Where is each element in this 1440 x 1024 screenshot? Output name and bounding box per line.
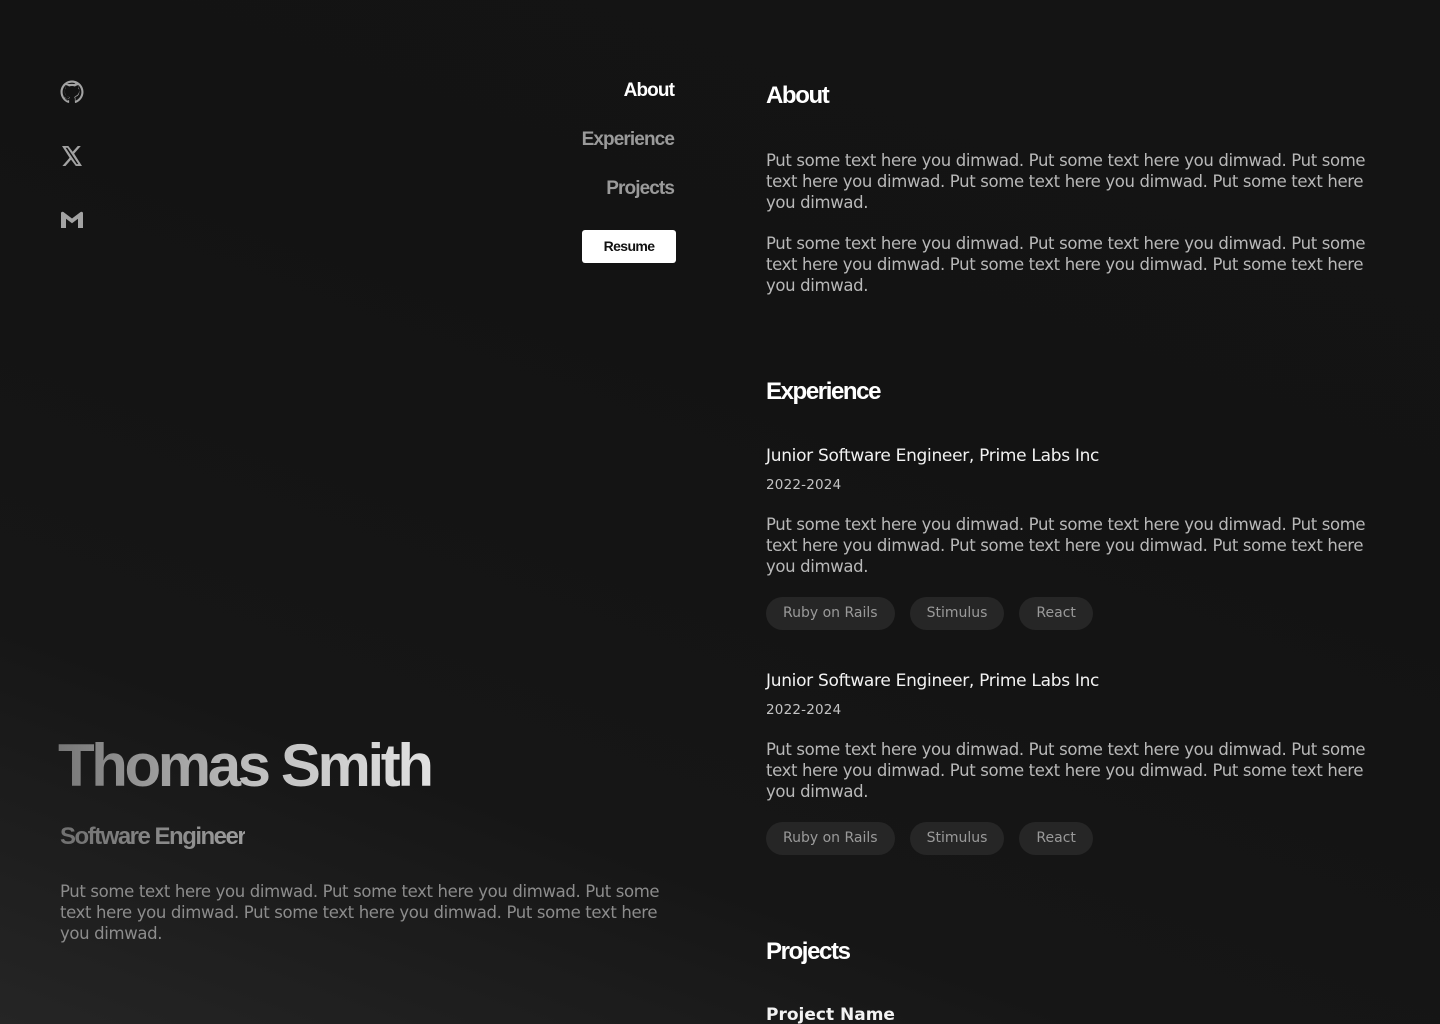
about-paragraph: Put some text here you dimwad. Put some … <box>766 151 1366 212</box>
tech-tag: React <box>1019 822 1093 855</box>
portfolio-page: About Experience Projects Resume Thomas … <box>0 0 1440 1024</box>
tech-tag: Stimulus <box>909 822 1005 855</box>
nav-link-experience[interactable]: Experience <box>582 128 675 151</box>
social-links <box>60 80 84 272</box>
tech-tag: Stimulus <box>909 597 1005 630</box>
job-title: Junior Software Engineer, Prime Labs Inc <box>766 671 1100 691</box>
about-heading: About <box>766 82 830 109</box>
resume-button[interactable]: Resume <box>582 230 676 263</box>
github-icon[interactable] <box>60 80 84 104</box>
hero-bio: Put some text here you dimwad. Put some … <box>60 882 660 943</box>
job-dates: 2022-2024 <box>766 702 842 718</box>
hero-role: Software Engineer <box>60 823 247 850</box>
nav-link-projects[interactable]: Projects <box>606 177 675 200</box>
job-description: Put some text here you dimwad. Put some … <box>766 515 1366 576</box>
job-description: Put some text here you dimwad. Put some … <box>766 740 1366 801</box>
job-dates: 2022-2024 <box>766 477 842 493</box>
tech-tags: Ruby on Rails Stimulus React <box>766 597 1108 630</box>
tech-tags: Ruby on Rails Stimulus React <box>766 822 1108 855</box>
gmail-icon[interactable] <box>60 208 84 232</box>
tech-tag: Ruby on Rails <box>766 597 895 630</box>
tech-tag: React <box>1019 597 1093 630</box>
hero-name: Thomas Smith <box>58 732 434 799</box>
projects-heading: Projects <box>766 938 851 965</box>
project-name[interactable]: Project Name <box>766 1004 895 1024</box>
nav-link-about[interactable]: About <box>624 79 675 102</box>
x-twitter-icon[interactable] <box>60 144 84 168</box>
about-paragraph: Put some text here you dimwad. Put some … <box>766 234 1366 295</box>
experience-heading: Experience <box>766 378 881 405</box>
main-nav: About Experience Projects Resume <box>582 79 676 263</box>
left-panel: About Experience Projects Resume Thomas … <box>0 0 720 1024</box>
tech-tag: Ruby on Rails <box>766 822 895 855</box>
job-title: Junior Software Engineer, Prime Labs Inc <box>766 446 1100 466</box>
